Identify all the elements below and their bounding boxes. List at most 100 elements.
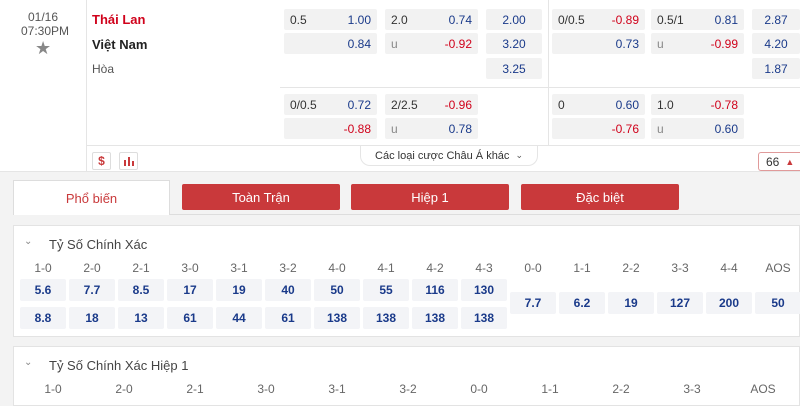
chevron-down-icon: ⌄ bbox=[515, 150, 523, 160]
score-odds[interactable]: 127 bbox=[657, 292, 703, 314]
section-title: Tỷ Số Chính Xác Hiệp 1 bbox=[49, 358, 189, 373]
score-odds[interactable]: 19 bbox=[608, 292, 654, 314]
score-header: 4-3 bbox=[475, 261, 493, 275]
x12-home-odds[interactable]: 2.00 bbox=[486, 9, 542, 30]
score-header: 2-0 bbox=[83, 261, 101, 275]
score-header: 1-1 bbox=[541, 382, 559, 396]
score-odds[interactable]: 130 bbox=[461, 279, 507, 301]
score-header: 2-0 bbox=[115, 382, 133, 396]
ah-h1-home-odds[interactable]: 0/0.5 -0.89 bbox=[552, 9, 645, 30]
score-header: 2-1 bbox=[132, 261, 150, 275]
cash-icon[interactable]: $ bbox=[92, 152, 111, 170]
score-odds[interactable]: 13 bbox=[118, 307, 164, 329]
score-odds[interactable]: 8.5 bbox=[118, 279, 164, 301]
score-header: AOS bbox=[750, 382, 776, 396]
tab-full-match[interactable]: Toàn Trận bbox=[182, 184, 340, 210]
score-header: 3-3 bbox=[683, 382, 701, 396]
chevron-up-icon: ▲ bbox=[785, 156, 795, 167]
ah2-h1-away-odds[interactable]: -0.76 bbox=[552, 118, 645, 139]
ou-line: 2.0 bbox=[391, 12, 408, 27]
score-odds[interactable]: 138 bbox=[412, 307, 458, 329]
score-odds[interactable]: 138 bbox=[314, 307, 360, 329]
score-header: 3-1 bbox=[230, 261, 248, 275]
score-header: AOS bbox=[765, 261, 791, 275]
score-odds[interactable]: 61 bbox=[265, 307, 311, 329]
score-header: 4-2 bbox=[426, 261, 444, 275]
star-icon[interactable]: ★ bbox=[35, 38, 51, 59]
x12-away-odds[interactable]: 3.20 bbox=[486, 33, 542, 54]
more-markets-toggle[interactable]: Các loại cược Châu Á khác ⌄ bbox=[360, 146, 538, 166]
collapse-chevron-icon[interactable]: ⌄ bbox=[24, 357, 32, 368]
x12-h1-away-odds[interactable]: 4.20 bbox=[752, 33, 800, 54]
tab-bar-line bbox=[170, 214, 800, 215]
score-odds[interactable]: 116 bbox=[412, 279, 458, 301]
correct-score-section: ⌄ Tỷ Số Chính Xác 1-0 5.6 8.8 2-0 7.7 18 2-1 8.… bbox=[13, 225, 800, 337]
score-odds[interactable]: 17 bbox=[167, 279, 213, 301]
score-header: 1-0 bbox=[44, 382, 62, 396]
ou-over-odds[interactable]: 2.0 0.74 bbox=[385, 9, 478, 30]
score-header: 3-0 bbox=[181, 261, 199, 275]
score-header: 3-0 bbox=[257, 382, 275, 396]
stats-icon[interactable] bbox=[119, 152, 138, 170]
collapse-chevron-icon[interactable]: ⌄ bbox=[24, 236, 32, 247]
match-time: 07:30PM bbox=[21, 24, 70, 38]
home-team[interactable]: Thái Lan bbox=[92, 12, 145, 27]
score-odds[interactable]: 44 bbox=[216, 307, 262, 329]
divider-vertical bbox=[86, 0, 87, 172]
x12-draw-odds[interactable]: 3.25 bbox=[486, 58, 542, 79]
row-divider bbox=[280, 87, 800, 88]
score-header: 1-0 bbox=[34, 261, 52, 275]
ah2-h1-home-odds[interactable]: 0 0.60 bbox=[552, 94, 645, 115]
score-odds[interactable]: 18 bbox=[69, 307, 115, 329]
score-odds[interactable]: 200 bbox=[706, 292, 752, 314]
score-header: 2-1 bbox=[186, 382, 204, 396]
x12-h1-home-odds[interactable]: 2.87 bbox=[752, 9, 800, 30]
score-header: 4-0 bbox=[328, 261, 346, 275]
score-odds[interactable]: 40 bbox=[265, 279, 311, 301]
score-odds[interactable]: 7.7 bbox=[510, 292, 556, 314]
ou2-under-odds[interactable]: u 0.78 bbox=[385, 118, 478, 139]
score-header: 0-0 bbox=[470, 382, 488, 396]
more-markets-label: Các loại cược Châu Á khác bbox=[375, 149, 510, 162]
score-odds[interactable]: 61 bbox=[167, 307, 213, 329]
score-odds[interactable]: 19 bbox=[216, 279, 262, 301]
score-odds[interactable]: 50 bbox=[755, 292, 800, 314]
ou2-h1-under-odds[interactable]: u 0.60 bbox=[651, 118, 744, 139]
x12-h1-draw-odds[interactable]: 1.87 bbox=[752, 58, 800, 79]
tab-first-half[interactable]: Hiệp 1 bbox=[351, 184, 509, 210]
score-odds[interactable]: 138 bbox=[461, 307, 507, 329]
more-count: 66 bbox=[766, 154, 780, 169]
correct-score-h1-section: ⌄ Tỷ Số Chính Xác Hiệp 1 1-0 2-0 2-1 3-0 3-1… bbox=[13, 346, 800, 406]
score-header: 1-1 bbox=[573, 261, 591, 275]
away-team[interactable]: Việt Nam bbox=[92, 37, 147, 52]
tab-special[interactable]: Đặc biệt bbox=[521, 184, 679, 210]
ah-line: 0.5 bbox=[290, 12, 307, 27]
score-odds[interactable]: 6.2 bbox=[559, 292, 605, 314]
match-date: 01/16 bbox=[28, 10, 59, 24]
score-header: 2-2 bbox=[612, 382, 630, 396]
score-odds[interactable]: 55 bbox=[363, 279, 409, 301]
tab-popular[interactable]: Phổ biến bbox=[13, 180, 170, 215]
score-header: 4-4 bbox=[720, 261, 738, 275]
score-header: 3-2 bbox=[399, 382, 417, 396]
more-count-button[interactable]: 66 ▲ bbox=[758, 152, 800, 171]
ou-h1-under-odds[interactable]: u -0.99 bbox=[651, 33, 744, 54]
score-header: 2-2 bbox=[622, 261, 640, 275]
ah2-away-odds[interactable]: -0.88 bbox=[284, 118, 377, 139]
ah2-home-odds[interactable]: 0/0.5 0.72 bbox=[284, 94, 377, 115]
score-header: 3-3 bbox=[671, 261, 689, 275]
ah-home-odds[interactable]: 0.5 1.00 bbox=[284, 9, 377, 30]
draw-label: Hòa bbox=[92, 62, 115, 76]
score-odds[interactable]: 8.8 bbox=[20, 307, 66, 329]
ou2-over-odds[interactable]: 2/2.5 -0.96 bbox=[385, 94, 478, 115]
score-odds[interactable]: 5.6 bbox=[20, 279, 66, 301]
ah-away-odds[interactable]: 0.84 bbox=[284, 33, 377, 54]
ou-under-odds[interactable]: u -0.92 bbox=[385, 33, 478, 54]
score-odds[interactable]: 50 bbox=[314, 279, 360, 301]
ah-h1-away-odds[interactable]: 0.73 bbox=[552, 33, 645, 54]
ou2-h1-over-odds[interactable]: 1.0 -0.78 bbox=[651, 94, 744, 115]
ou-h1-over-odds[interactable]: 0.5/1 0.81 bbox=[651, 9, 744, 30]
score-odds[interactable]: 7.7 bbox=[69, 279, 115, 301]
score-odds[interactable]: 138 bbox=[363, 307, 409, 329]
divider-vertical bbox=[548, 0, 549, 145]
